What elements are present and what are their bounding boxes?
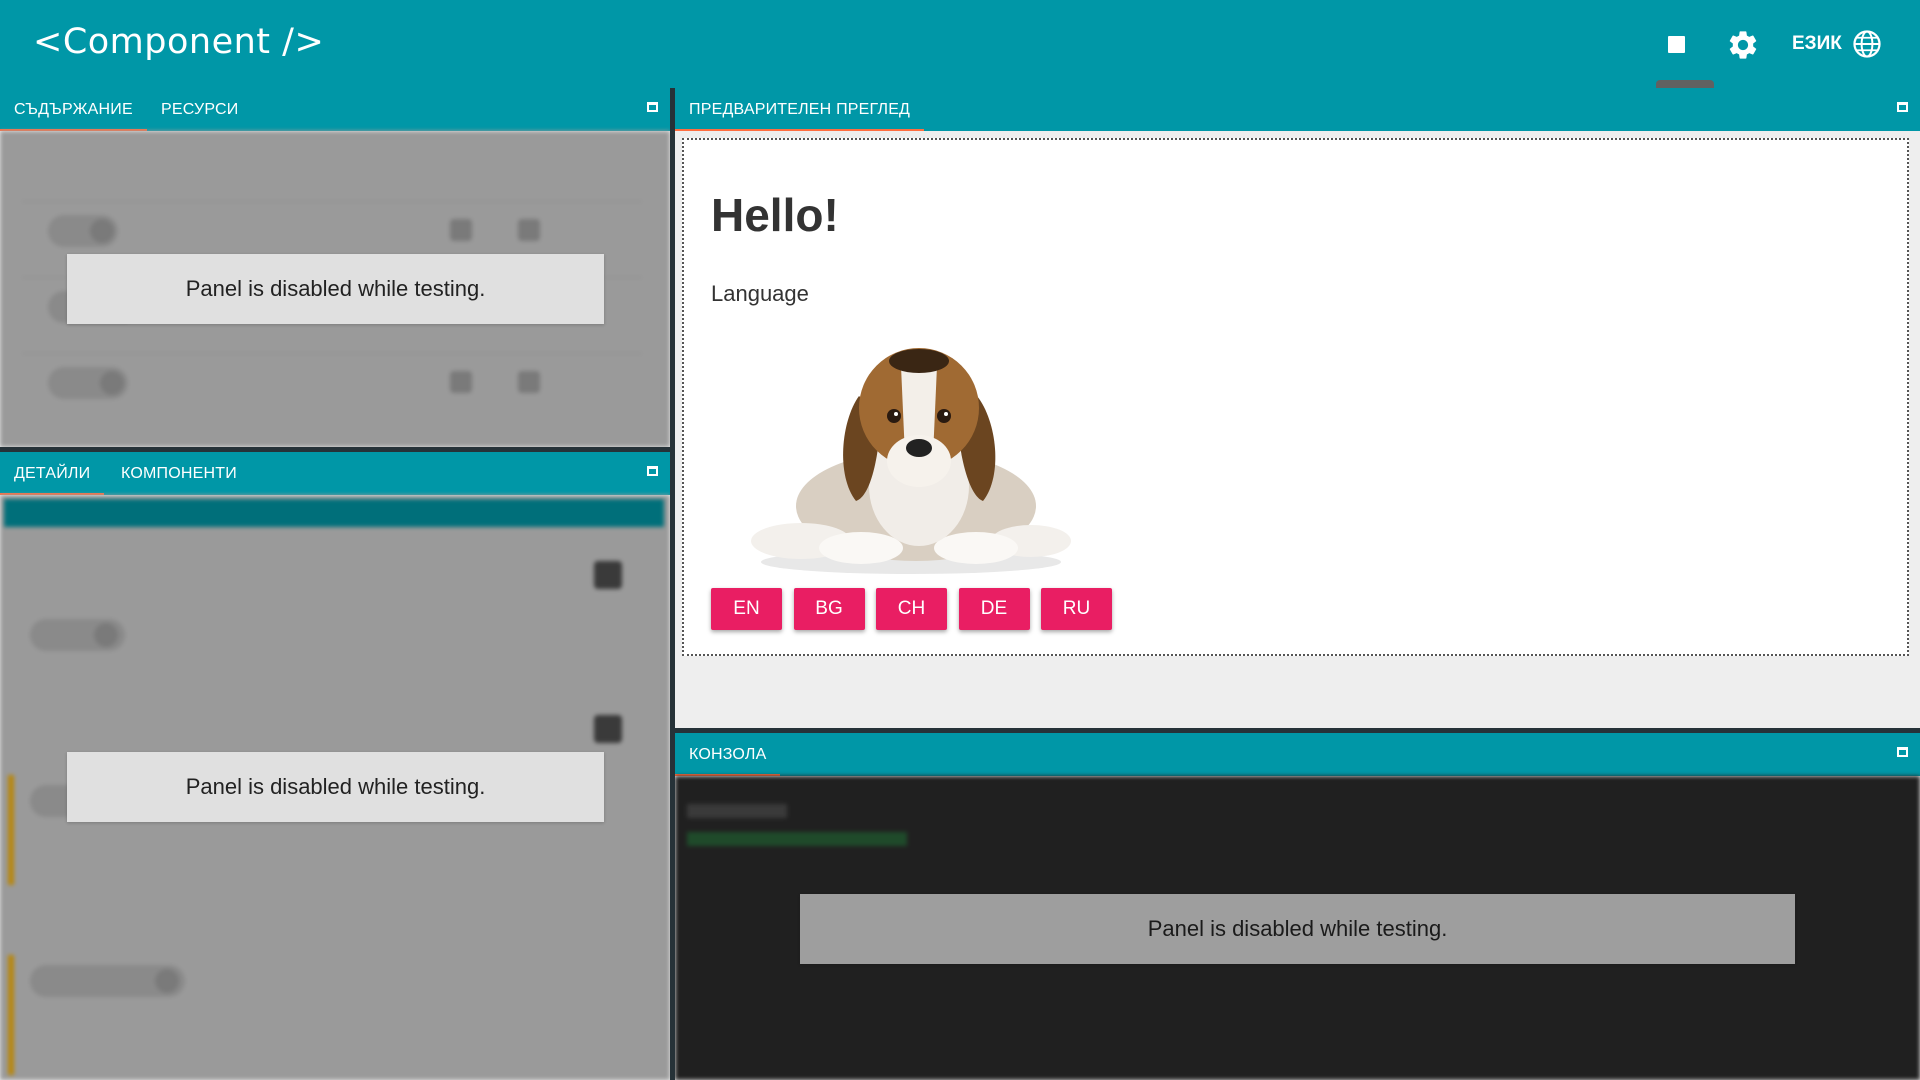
lang-button-bg[interactable]: BG xyxy=(793,588,865,630)
maximize-icon[interactable] xyxy=(1897,747,1908,757)
preview-tabbar: ПРЕДВАРИТЕЛЕН ПРЕГЛЕД xyxy=(675,88,1920,131)
tab-preview[interactable]: ПРЕДВАРИТЕЛЕН ПРЕГЛЕД xyxy=(675,88,925,131)
globe-icon xyxy=(1853,30,1881,58)
lang-button-ch[interactable]: CH xyxy=(876,588,947,630)
details-tabbar: ДЕТАЙЛИ КОМПОНЕНТИ xyxy=(0,452,670,495)
stop-icon xyxy=(1668,36,1685,53)
content-panel: СЪДЪРЖАНИЕ РЕСУРСИ Panel is disabled whi… xyxy=(0,88,670,447)
disabled-notice: Panel is disabled while testing. xyxy=(67,752,604,822)
lang-button-en[interactable]: EN xyxy=(711,588,782,630)
tab-components[interactable]: КОМПОНЕНТИ xyxy=(107,452,251,495)
disabled-notice: Panel is disabled while testing. xyxy=(67,254,604,324)
language-text: Language xyxy=(711,281,809,306)
preview-heading: Hello! xyxy=(711,189,839,241)
content-tabbar: СЪДЪРЖАНИЕ РЕСУРСИ xyxy=(0,88,670,131)
app-header: <Component /> ЕЗИК xyxy=(0,0,1920,88)
beagle-puppy-image xyxy=(751,348,1071,574)
disabled-notice: Panel is disabled while testing. xyxy=(800,894,1795,964)
gear-icon xyxy=(1729,31,1757,59)
details-panel: ДЕТАЙЛИ КОМПОНЕНТИ Panel is disabled whi… xyxy=(0,452,670,1080)
preview-panel: ПРЕДВАРИТЕЛЕН ПРЕГЛЕД Hello! Language EN… xyxy=(675,88,1920,728)
preview-frame: Hello! Language EN BG CH DE RU xyxy=(682,138,1909,656)
language-label: ЕЗИК xyxy=(1792,33,1842,54)
preview-area: Hello! Language EN BG CH DE RU xyxy=(675,131,1920,728)
right-horizontal-splitter[interactable] xyxy=(675,728,1920,733)
lang-button-de[interactable]: DE xyxy=(958,588,1030,630)
left-horizontal-splitter[interactable] xyxy=(0,447,670,452)
settings-button[interactable] xyxy=(1726,28,1760,62)
stop-button[interactable] xyxy=(1666,34,1688,56)
maximize-icon[interactable] xyxy=(647,466,658,476)
language-buttons: EN BG CH DE RU xyxy=(711,588,1124,630)
app-title: <Component /> xyxy=(33,22,325,62)
lang-button-ru[interactable]: RU xyxy=(1041,588,1112,630)
maximize-icon[interactable] xyxy=(1897,102,1908,112)
tab-details[interactable]: ДЕТАЙЛИ xyxy=(0,452,105,495)
tab-console[interactable]: КОНЗОЛА xyxy=(675,733,781,776)
tab-resources[interactable]: РЕСУРСИ xyxy=(147,88,252,131)
language-button[interactable]: ЕЗИК xyxy=(1792,26,1882,62)
console-panel: КОНЗОЛА Panel is disabled while testing. xyxy=(675,733,1920,1080)
vertical-splitter[interactable] xyxy=(670,88,675,1080)
console-tabbar: КОНЗОЛА xyxy=(675,733,1920,776)
maximize-icon[interactable] xyxy=(647,102,658,112)
tab-content[interactable]: СЪДЪРЖАНИЕ xyxy=(0,88,147,131)
